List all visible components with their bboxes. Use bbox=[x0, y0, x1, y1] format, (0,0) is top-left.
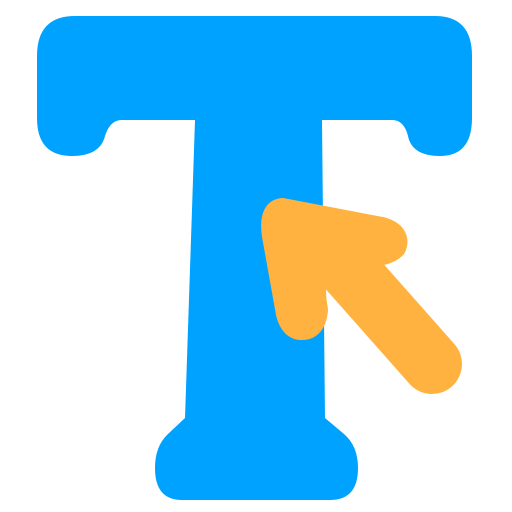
text-select-tool-icon bbox=[0, 0, 512, 512]
letter-t-icon bbox=[37, 16, 472, 500]
